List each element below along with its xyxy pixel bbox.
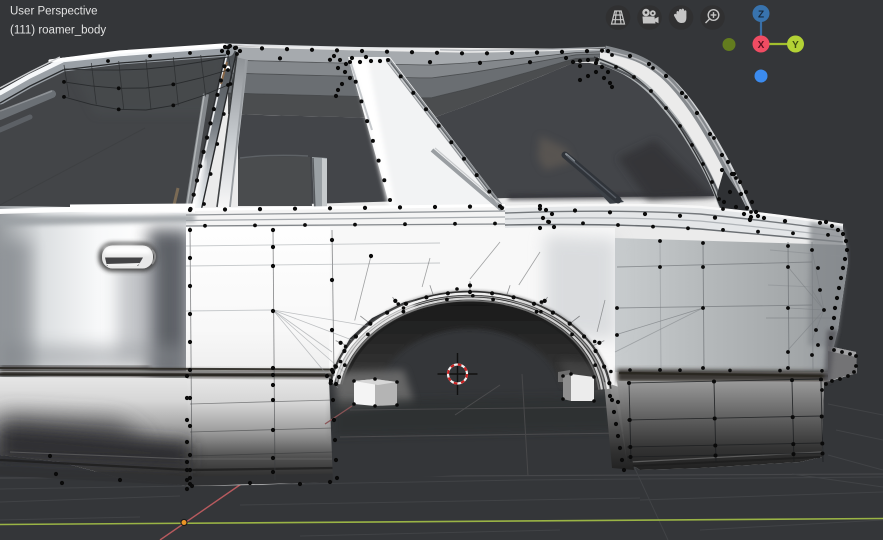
svg-text:X: X: [758, 40, 765, 51]
svg-text:(111) roamer_body: (111) roamer_body: [10, 25, 106, 37]
svg-text:User Perspective: User Perspective: [10, 6, 98, 18]
svg-text:Y: Y: [792, 40, 799, 51]
svg-text:Z: Z: [758, 10, 764, 21]
